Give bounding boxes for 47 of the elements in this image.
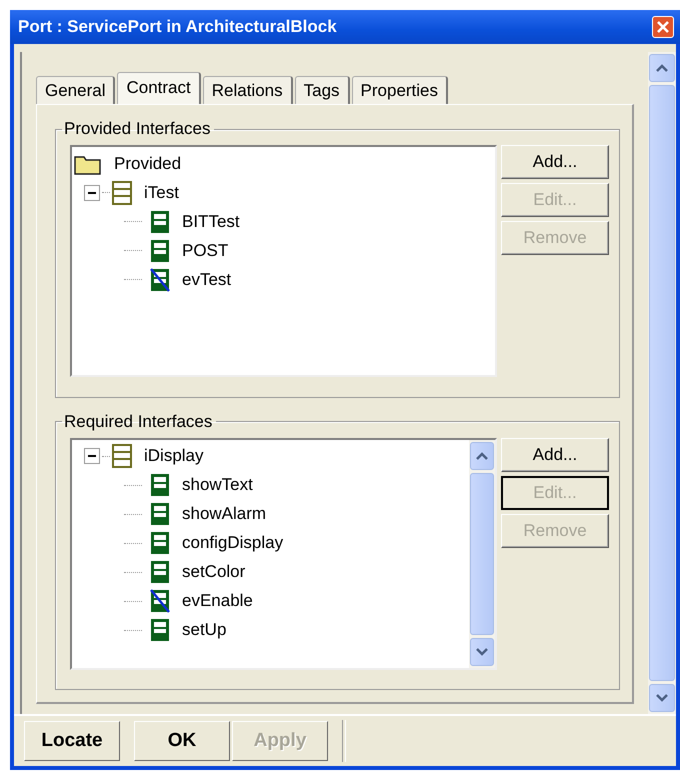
operation-icon (150, 473, 170, 497)
tree-item[interactable]: POST (182, 240, 228, 260)
scroll-down-button[interactable] (649, 684, 675, 712)
scroll-down-button[interactable] (470, 638, 494, 666)
tree-item[interactable]: iTest (144, 182, 179, 202)
window-scrollbar[interactable] (648, 52, 676, 714)
list-scrollbar[interactable] (469, 440, 495, 668)
tree-item[interactable]: Provided (114, 154, 182, 174)
tab[interactable]: General (36, 76, 116, 104)
tab[interactable]: Tags (294, 76, 350, 104)
operation-icon (150, 238, 170, 262)
operation-icon (150, 618, 170, 642)
tree-item[interactable]: iDisplay (144, 446, 204, 466)
close-icon (656, 20, 670, 34)
group-title: Provided Interfaces (63, 119, 212, 139)
tree-item[interactable]: setUp (182, 620, 226, 640)
scroll-up-button[interactable] (470, 442, 494, 470)
collapse-toggle[interactable] (84, 448, 100, 464)
tree-item[interactable]: configDisplay (182, 533, 284, 553)
tab[interactable]: Relations (202, 76, 293, 104)
operation-icon (150, 210, 170, 234)
tree-item[interactable]: evEnable (182, 591, 253, 611)
dialog-button[interactable]: Add... (501, 438, 609, 472)
operation-icon (150, 560, 170, 584)
tab[interactable]: Properties (352, 76, 448, 104)
scrollbar-thumb[interactable] (649, 85, 675, 681)
tab[interactable]: Contract (117, 72, 201, 104)
window-title: Port : ServicePort in ArchitecturalBlock (18, 17, 338, 37)
tree-item[interactable]: BITTest (182, 212, 240, 232)
footer-button[interactable]: OK (134, 721, 230, 761)
group-title: Required Interfaces (63, 412, 214, 432)
tree-item[interactable]: showAlarm (182, 504, 266, 524)
operation-icon (150, 502, 170, 526)
event-icon (150, 268, 170, 292)
event-icon (150, 589, 170, 613)
interface-icon (112, 444, 132, 468)
dialog-button[interactable]: Add... (501, 145, 609, 179)
tree-item[interactable]: setColor (182, 562, 246, 582)
collapse-toggle[interactable] (84, 184, 100, 200)
tree-item[interactable]: evTest (182, 270, 232, 290)
footer-button[interactable]: Locate (24, 721, 120, 761)
scrollbar-thumb[interactable] (470, 472, 494, 634)
close-button[interactable] (652, 16, 674, 38)
operation-icon (150, 531, 170, 555)
interface-icon (112, 180, 132, 204)
tree-item[interactable]: showText (182, 475, 253, 495)
scroll-up-button[interactable] (649, 54, 675, 82)
